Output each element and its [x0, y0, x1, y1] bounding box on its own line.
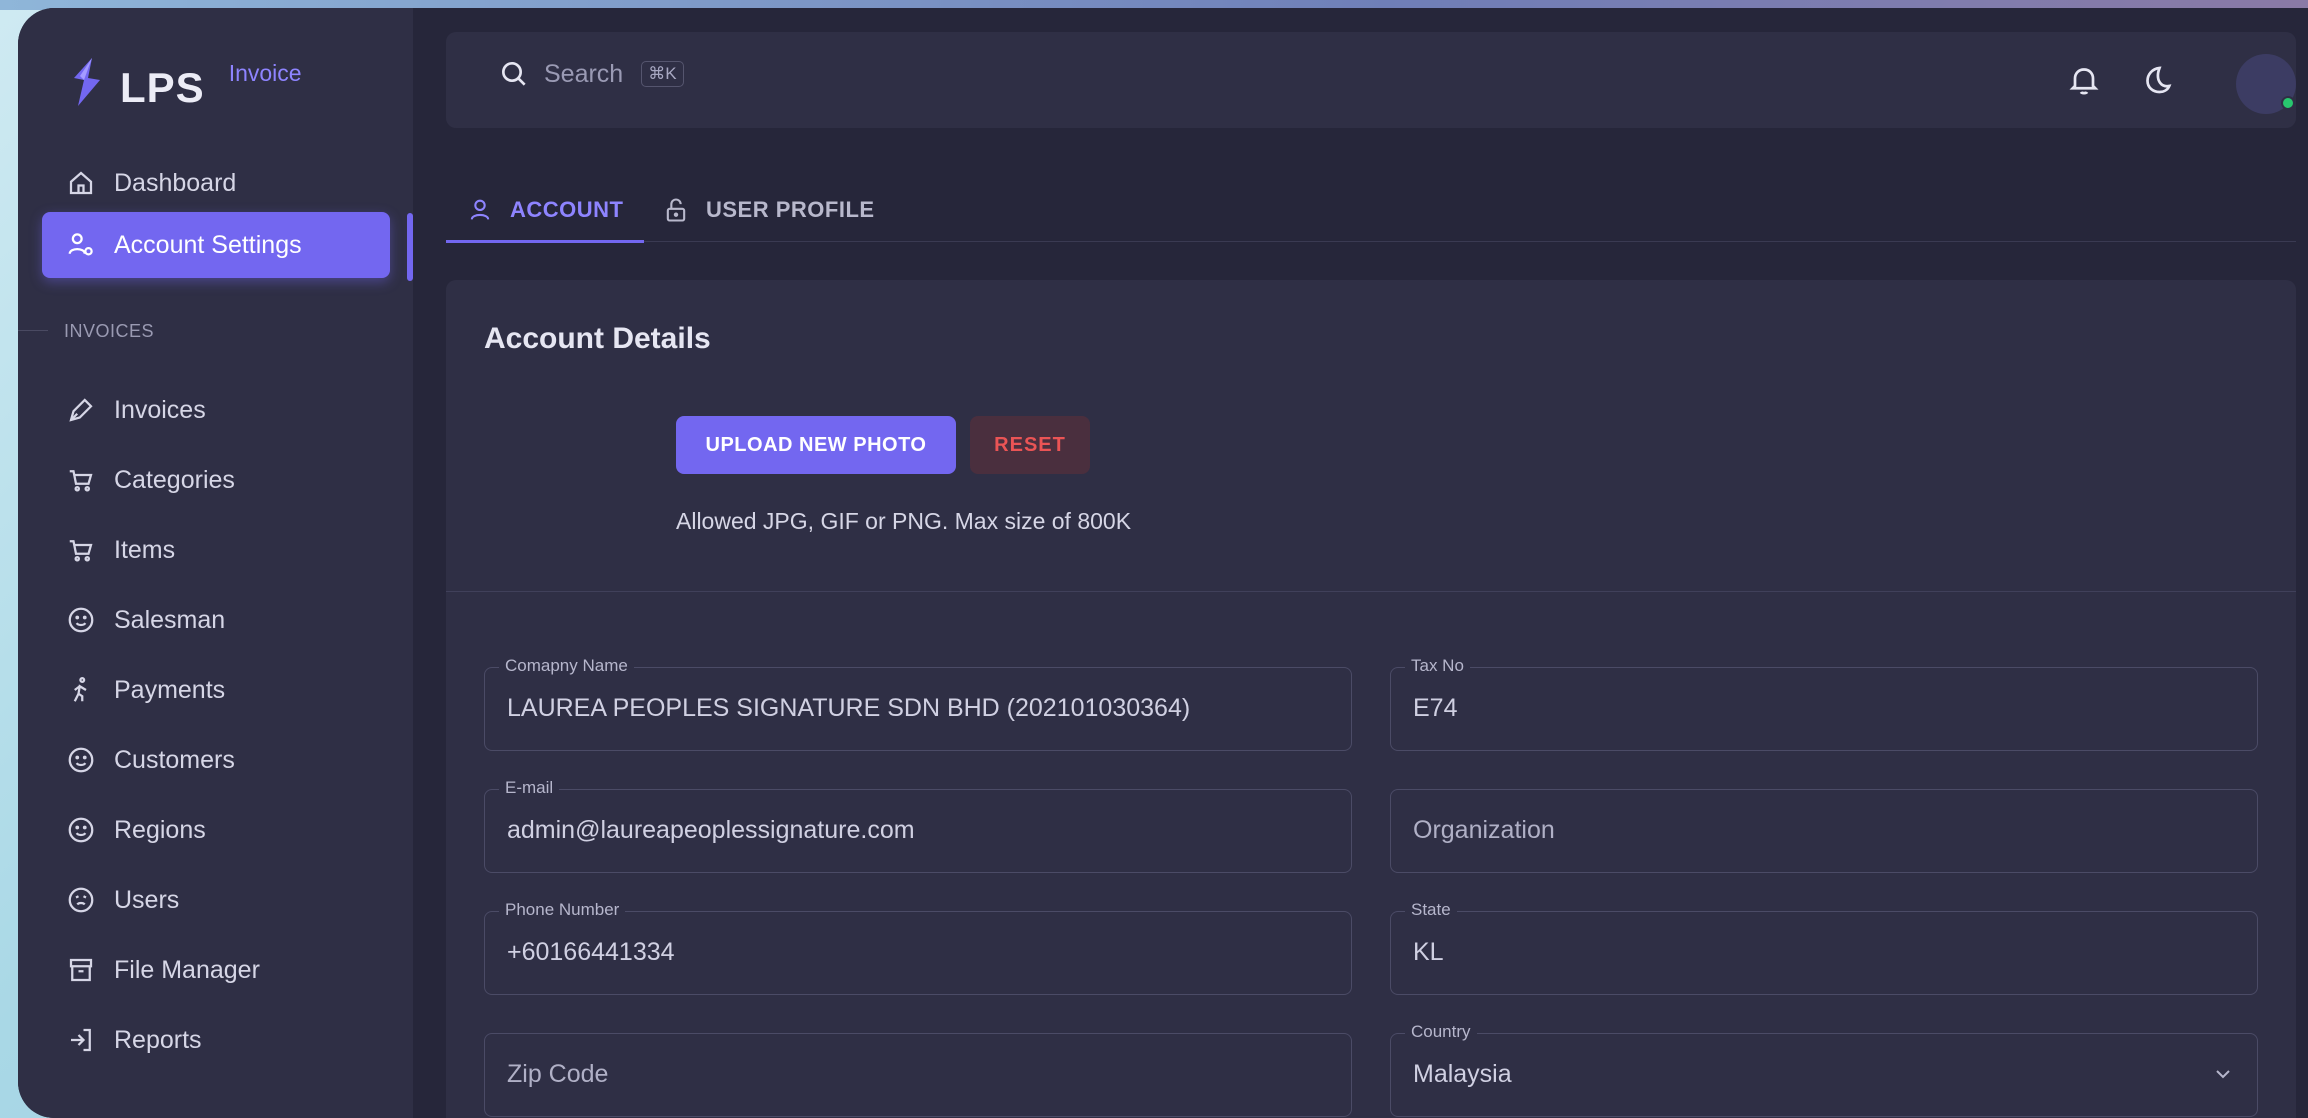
- upload-photo-button[interactable]: UPLOAD NEW PHOTO: [676, 416, 956, 474]
- field-value: KL: [1413, 938, 1444, 966]
- top-navbar: Search ⌘K: [446, 32, 2296, 128]
- field-label: Tax No: [1405, 656, 1470, 676]
- field-label: State: [1405, 900, 1457, 920]
- sidebar-item-label: Regions: [114, 815, 206, 844]
- field-value: E74: [1413, 694, 1458, 722]
- upload-hint-text: Allowed JPG, GIF or PNG. Max size of 800…: [676, 508, 1132, 534]
- section-label-invoices: INVOICES: [64, 321, 155, 341]
- user-gear-icon: [66, 230, 96, 260]
- reset-button[interactable]: RESET: [970, 416, 1090, 474]
- state-field[interactable]: State KL: [1390, 900, 2258, 995]
- home-icon: [66, 168, 96, 198]
- user-icon: [470, 199, 490, 220]
- organization-field[interactable]: Organization: [1390, 789, 2258, 873]
- brand-name: LPS: [120, 64, 205, 111]
- sidebar-item-items[interactable]: Items: [42, 517, 390, 583]
- search-trigger[interactable]: Search ⌘K: [498, 58, 684, 90]
- sidebar-item-customers[interactable]: Customers: [42, 727, 390, 793]
- sidebar-item-label: Invoices: [114, 395, 206, 424]
- settings-tabs: ACCOUNT USER PROFILE: [446, 178, 2296, 243]
- search-icon: [502, 62, 526, 86]
- card-title: Account Details: [484, 322, 711, 355]
- zip-code-field[interactable]: Zip Code: [484, 1033, 1352, 1117]
- tab-label: ACCOUNT: [510, 197, 624, 222]
- sidebar-item-categories[interactable]: Categories: [42, 447, 390, 513]
- chevron-down-icon: [2216, 1070, 2230, 1079]
- field-label: E-mail: [499, 778, 560, 798]
- smile-icon: [66, 745, 96, 775]
- field-value: Malaysia: [1413, 1060, 1512, 1088]
- tab-account[interactable]: ACCOUNT: [466, 178, 624, 242]
- field-value: admin@laureapeoplessignature.com: [507, 816, 915, 844]
- walking-icon: [66, 675, 96, 705]
- app-window: LPS Invoice Dashboard Account Settings I…: [18, 8, 2308, 1118]
- main-content: Search ⌘K ACCOUNT USER PROFILE Account D…: [413, 8, 2308, 1118]
- cart-icon: [66, 535, 96, 565]
- sidebar-item-regions[interactable]: Regions: [42, 797, 390, 863]
- sidebar-item-payments[interactable]: Payments: [42, 657, 390, 723]
- tab-user-profile[interactable]: USER PROFILE: [662, 178, 875, 242]
- moon-icon[interactable]: [2140, 62, 2176, 98]
- tax-no-field[interactable]: Tax No E74: [1390, 656, 2258, 751]
- search-placeholder: Search: [544, 59, 624, 88]
- login-icon: [66, 1025, 96, 1055]
- sidebar-item-label: Account Settings: [114, 230, 302, 259]
- field-value: +60166441334: [507, 938, 675, 966]
- field-label: Country: [1405, 1022, 1477, 1042]
- search-shortcut-badge: ⌘K: [641, 61, 684, 87]
- archive-icon: [66, 955, 96, 985]
- online-status-dot: [2281, 96, 2295, 110]
- email-field[interactable]: E-mail admin@laureapeoplessignature.com: [484, 778, 1352, 873]
- field-label: Comapny Name: [499, 656, 634, 676]
- sidebar-item-users[interactable]: Users: [42, 867, 390, 933]
- field-placeholder: Zip Code: [507, 1060, 609, 1088]
- sidebar-item-label: Payments: [114, 675, 226, 704]
- mood-icon: [66, 885, 96, 915]
- field-placeholder: Organization: [1413, 816, 1555, 844]
- sidebar-item-label: Customers: [114, 745, 235, 774]
- pen-icon: [66, 395, 96, 425]
- cart-icon: [66, 465, 96, 495]
- sidebar-item-label: Items: [114, 535, 176, 564]
- smile-icon: [66, 815, 96, 845]
- company-name-field[interactable]: Comapny Name LAUREA PEOPLES SIGNATURE SD…: [484, 656, 1352, 751]
- brand-subtitle: Invoice: [228, 60, 302, 86]
- sidebar-item-reports[interactable]: Reports: [42, 1007, 390, 1073]
- sidebar-item-label: Reports: [114, 1025, 202, 1054]
- sidebar-item-account-settings[interactable]: Account Settings: [42, 212, 390, 278]
- sidebar-item-dashboard[interactable]: Dashboard: [42, 150, 390, 216]
- active-tab-underline: [446, 240, 644, 243]
- tab-label: USER PROFILE: [706, 197, 875, 222]
- section-divider: [446, 591, 2296, 592]
- sidebar-item-salesman[interactable]: Salesman: [42, 587, 390, 653]
- bell-icon[interactable]: [2066, 62, 2102, 98]
- smile-icon: [66, 605, 96, 635]
- brand-logo-icon: [74, 58, 100, 106]
- country-select[interactable]: Country Malaysia: [1390, 1022, 2258, 1117]
- account-details-card: Account Details UPLOAD NEW PHOTO RESET A…: [446, 280, 2296, 1118]
- sidebar-item-label: File Manager: [114, 955, 260, 984]
- sidebar: LPS Invoice Dashboard Account Settings I…: [18, 8, 413, 1118]
- sidebar-item-label: Dashboard: [114, 168, 237, 197]
- sidebar-item-file-manager[interactable]: File Manager: [42, 937, 390, 1003]
- brand[interactable]: LPS Invoice: [66, 56, 302, 116]
- sidebar-item-invoices[interactable]: Invoices: [42, 377, 390, 443]
- field-label: Phone Number: [499, 900, 626, 920]
- field-value: LAUREA PEOPLES SIGNATURE SDN BHD (202101…: [507, 694, 1191, 722]
- lock-open-icon: [666, 198, 686, 222]
- sidebar-item-label: Salesman: [114, 605, 226, 634]
- sidebar-item-label: Users: [114, 885, 180, 914]
- sidebar-item-label: Categories: [114, 465, 235, 494]
- section-divider: [18, 330, 48, 331]
- phone-number-field[interactable]: Phone Number +60166441334: [484, 900, 1352, 995]
